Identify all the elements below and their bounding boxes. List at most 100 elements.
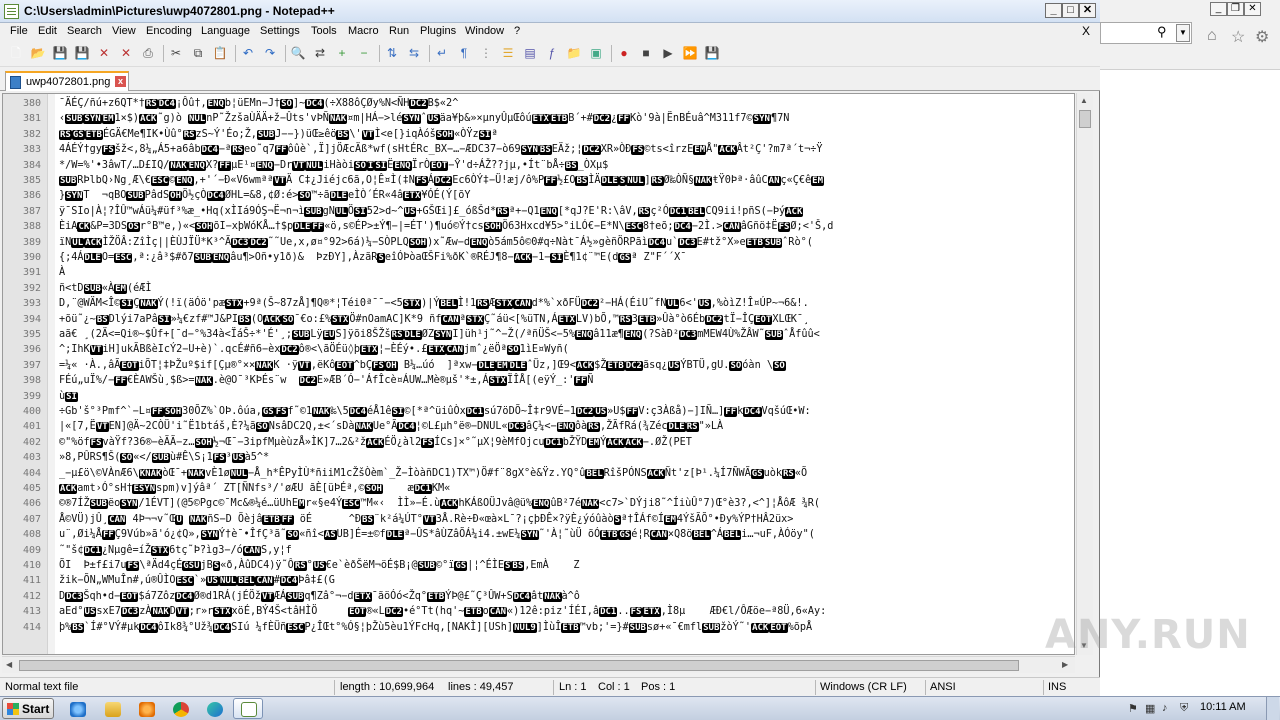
code-line[interactable]: ACKamt›Ó°sH†ESYNspm)v]ýâª´ ZT[ÑNfs³/'øÆU… [59,481,1074,497]
code-line[interactable]: ‹SUB SYN EM1×$)ACK˜g)ò NULnP˜ŽzšaÙÄÄ+ž−Ûts… [59,111,1074,127]
find-icon[interactable]: 🔍 [290,45,306,61]
function-list-icon[interactable]: ƒ [544,45,560,61]
editor-pane[interactable]: 380 ¯ÄÉÇ/ñú+z6QT*†RS DC4¡Ôû†,ENQb¦üEMn−J†S… [2,93,1075,655]
code-line[interactable]: D,¨@WÄM<Î©SIÇNAKÝ(!ï(äÓö'pæSTX+9ª(Š~87zÅ… [59,296,1074,312]
undo-icon[interactable]: ↶ [240,45,256,61]
taskbar-ie[interactable] [62,698,92,719]
taskbar-notepadpp[interactable] [233,698,263,719]
code-line[interactable]: +õü˜¿~BSDlýi7aPâSI»¼€zf#™J&PIBS(OACK SO¯€… [59,312,1074,328]
menu-macro[interactable]: Macro [348,25,379,37]
taskbar-chrome[interactable] [165,698,195,719]
scroll-up-icon[interactable]: ▲ [1080,96,1088,105]
folder-workspace-icon[interactable]: 📁 [566,45,582,61]
code-line[interactable]: Å©VÜ)jÛ¸CAN 4Þ¬¬v˜ŒU NAKñS−D ÕèjâETB FF ö… [59,512,1074,528]
open-file-icon[interactable]: 📂 [30,45,46,61]
sync-h-icon[interactable]: ⇆ [406,45,422,61]
tray-shield-icon[interactable]: ⛨ [1180,702,1188,715]
word-wrap-icon[interactable]: ↵ [434,45,450,61]
chevron-down-icon[interactable]: ▼ [1176,24,1190,42]
start-button[interactable]: Start [2,698,54,719]
menu-run[interactable]: Run [389,25,409,37]
show-desktop-button[interactable] [1266,697,1279,720]
code-line[interactable]: }SYNT ¬qBOSUBPâdSOHÖ½çÒDC4ØHL=&8,¢Ø:é>SO… [59,188,1074,204]
menu-edit[interactable]: Edit [38,25,57,37]
menu-view[interactable]: View [112,25,136,37]
redo-icon[interactable]: ↷ [262,45,278,61]
code-line[interactable]: ñ<tDSUB«ÀEM(éÆÌ [59,281,1074,297]
cut-icon[interactable]: ✂ [168,45,184,61]
favorites-star-icon[interactable]: ☆ [1231,27,1245,47]
close-document-button[interactable]: X [1082,24,1090,38]
record-macro-icon[interactable]: ● [616,45,632,61]
menu-help[interactable]: ? [514,25,520,37]
maximize-button[interactable]: □ [1062,3,1079,18]
code-line[interactable]: ¯ÄÉÇ/ñú+z6QT*†RS DC4¡Ôû†,ENQb¦üEMn−J†SO]~… [59,96,1074,112]
menu-language[interactable]: Language [201,25,250,37]
code-line[interactable]: FÉú„uÏ%/−FF€ÈAWŠù¸$ß>=NAK.è@O¯³KÞÉs¨w DC… [59,373,1074,389]
code-line[interactable]: ©"%öfFSvàŸf?36®−èÃÃ−z…SOH½¬Œ¯−3ipfMµèùzÅ… [59,435,1074,451]
code-line[interactable]: ÕI Þ±f£i7uFS\ªÄd4çÉGSUjBS«ð‚ÀûDC4)ÿ˜ÔRS°… [59,558,1074,574]
browser-close-button[interactable]: ✕ [1244,2,1261,16]
code-line[interactable]: žik−ÕN„WMuÎn#,ú®ÛÌOESC`»US NUL BEL CAN#DC4Þ… [59,573,1074,589]
doc-map-icon[interactable]: ▤ [522,45,538,61]
code-line[interactable]: 4ÁÉÝ†gyFSšž<,8¼„Á5+a6âbDC4−ªRSeo˜q7FFôûè… [59,142,1074,158]
code-line[interactable]: {;4ÁDLEO=ESC,ª:¿â³$#ð7SUB ENQâu¶>Oñ•y1ð)&… [59,250,1074,266]
tray-flag-icon[interactable]: ⚑ [1128,702,1138,715]
horizontal-scroll-thumb[interactable] [19,660,1019,671]
minimize-button[interactable]: _ [1045,3,1062,18]
sync-v-icon[interactable]: ⇅ [384,45,400,61]
monitor-icon[interactable]: ▣ [588,45,604,61]
lang-icon[interactable]: ☰ [500,45,516,61]
code-line[interactable]: ÿ¯SIo|À¦?ÎÛ™wÁü¼#üf³%æ_•Hq(xÌIá9ÓŞ¬Ë¬n¬ì… [59,204,1074,220]
vertical-scroll-thumb[interactable] [1079,110,1091,128]
horizontal-scrollbar[interactable]: ◀ ▶ [2,656,1075,673]
taskbar-explorer[interactable] [97,698,127,719]
code-line[interactable]: */W=%'•3âwT/…D£IQ/NAK ENQX?FFµE¹¤ENQ−DrVT… [59,158,1074,174]
code-line[interactable]: _−µ£ö\©VÀnÆ6\KNAKòŒ¯+NAKvÈ1øNUL−Å_h*ÊPyÌ… [59,466,1074,482]
tray-volume-icon[interactable]: ♪ [1162,702,1168,714]
menu-file[interactable]: File [10,25,28,37]
menu-window[interactable]: Window [465,25,504,37]
close-window-button[interactable]: ✕ [1079,3,1096,18]
menu-encoding[interactable]: Encoding [146,25,192,37]
code-line[interactable]: ÷Gb'š°³Pmf^`−L¤FF SOH30ÕZ%`OÞ.ôúa,GS FSf˜©… [59,404,1074,420]
indent-guide-icon[interactable]: ⋮ [478,45,494,61]
menu-search[interactable]: Search [67,25,102,37]
close-icon[interactable]: ✕ [96,45,112,61]
zoom-out-icon[interactable]: − [356,45,372,61]
play-macro-icon[interactable]: ▶ [660,45,676,61]
status-eol[interactable]: Windows (CR LF) [820,681,907,693]
document-tab[interactable]: uwp4072801.png x [5,71,129,91]
replace-icon[interactable]: ⇄ [312,45,328,61]
menu-plugins[interactable]: Plugins [420,25,456,37]
tray-network-icon[interactable]: ▦ [1145,702,1155,715]
code-line[interactable]: ÈiACK&P=3DSOSr°B™e,)«<SOHõI−xþWóKÅ…†$pDL… [59,219,1074,235]
home-icon[interactable]: ⌂ [1207,27,1217,45]
tab-close-icon[interactable]: x [115,76,126,87]
code-line[interactable]: RS GS ETBÉGÄ€Me¶IK•Ùû°RSzS~Ý'Éo;Ž,SUBJ−−})… [59,127,1074,143]
taskbar-edge[interactable] [199,698,229,719]
save-all-icon[interactable]: 💾 [74,45,90,61]
code-line[interactable]: þ%BS`Í#°VÝ#µkDC4ôIk8¾°Už¾DC4SIú ¼fÈÜñESC… [59,620,1074,636]
code-line[interactable]: ©®7ÍŽSUBëoSYN/1ÉVT](@5©Pgc©¯Mc&®¼é…üUhEM… [59,496,1074,512]
code-line[interactable]: À [59,265,1074,280]
menu-settings[interactable]: Settings [260,25,300,37]
play-multiple-icon[interactable]: ⏩ [682,45,698,61]
new-file-icon[interactable]: 🗋 [8,45,24,61]
scroll-right-icon[interactable]: ▶ [1062,660,1068,669]
save-icon[interactable]: 💾 [52,45,68,61]
print-icon[interactable]: ⎙ [140,45,156,61]
clock[interactable]: 10:11 AM [1200,701,1246,713]
fold-margin[interactable] [47,94,55,654]
code-line[interactable]: u¨,Øi¼ÅFFÇ9Vúb»ã'ó¿¢Q»,SYNÝ†è¯•ÎfÇ³ã˜SO«… [59,527,1074,543]
status-insert-mode[interactable]: INS [1048,681,1066,693]
paste-icon[interactable]: 📋 [212,45,228,61]
code-line[interactable]: ùSI [59,389,1074,405]
code-line[interactable]: aEd°USsxE7DC3zÀNAKDVT;r»rSTXxöÉ,BÝ4Š<tâH… [59,604,1074,620]
code-line[interactable]: |«[7,ËVTEN]@Ä~2CÒÜ'i˜Ë1btáš,È?¼ãSONsâDC2… [59,419,1074,435]
zoom-in-icon[interactable]: + [334,45,350,61]
browser-minimize-button[interactable]: _ [1210,2,1227,16]
browser-restore-button[interactable]: ❐ [1227,2,1244,16]
copy-icon[interactable]: ⧉ [190,45,206,61]
taskbar-media-player[interactable] [131,698,161,719]
